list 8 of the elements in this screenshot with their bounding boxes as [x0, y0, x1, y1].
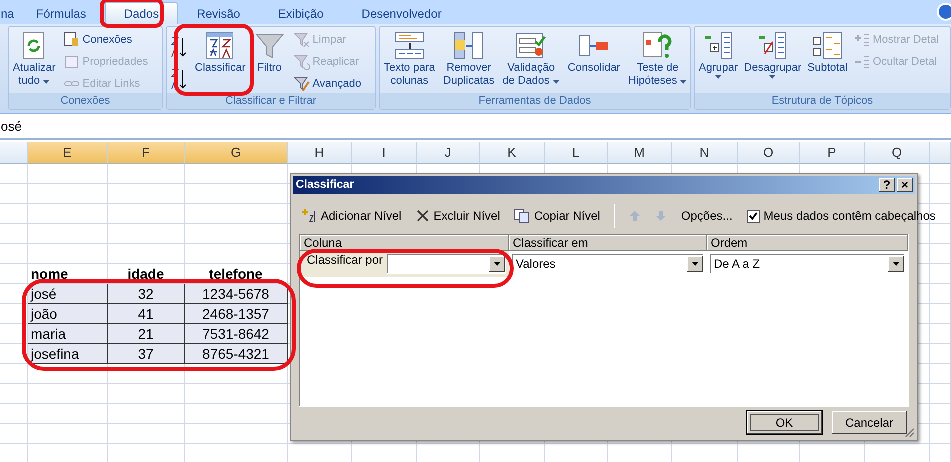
level-label: Classificar por: [307, 253, 384, 267]
group-label: Classificar e Filtrar: [167, 93, 375, 109]
list-header: Ordem: [707, 235, 908, 251]
group-label: Conexões: [9, 93, 162, 109]
group-label: Ferramentas de Dados: [380, 93, 690, 109]
title-bar: Classificar ? ×: [293, 176, 915, 194]
group-label: Estrutura de Tópicos: [695, 93, 950, 109]
list-header: Classificar em: [509, 235, 707, 251]
